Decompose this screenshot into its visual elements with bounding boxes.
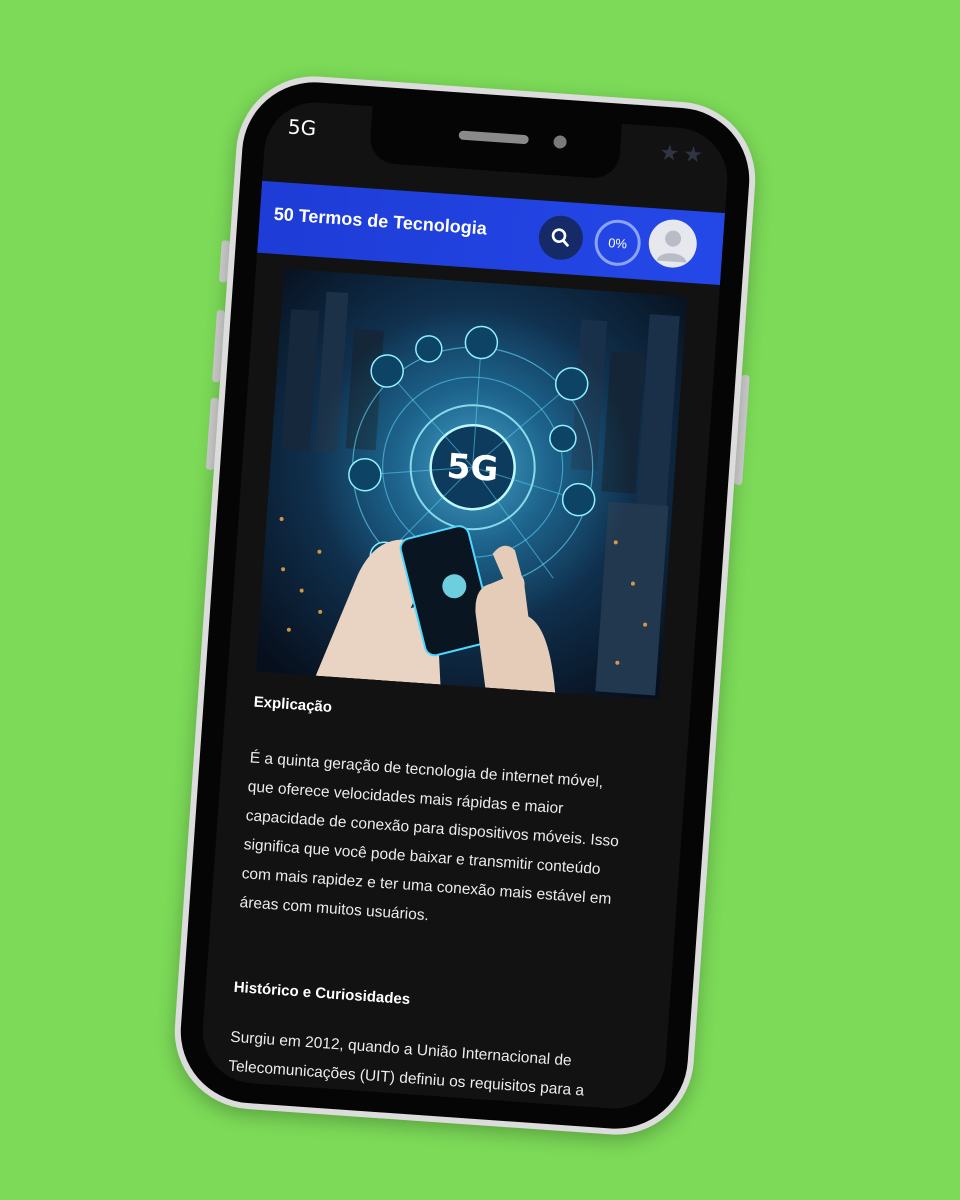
user-avatar-icon xyxy=(656,230,687,263)
section-body-explicacao: É a quinta geração de tecnologia de inte… xyxy=(239,749,620,925)
star-icon: ★★ xyxy=(658,140,708,169)
front-camera xyxy=(553,135,568,149)
hero-image: 5G xyxy=(255,268,688,700)
phone-screen: 5G ★★ 50 Termos de Tecnologia 0% 5G Expl… xyxy=(199,99,731,1112)
hero-5g-label: 5G xyxy=(445,446,499,490)
search-icon xyxy=(551,228,569,247)
phone-mockup: 5G ★★ 50 Termos de Tecnologia 0% 5G Expl… xyxy=(169,71,761,1140)
app-bar: 50 Termos de Tecnologia 0% xyxy=(257,180,726,286)
avatar[interactable] xyxy=(647,217,699,270)
section-title-explicacao: Explicação xyxy=(253,693,333,716)
speaker-grille xyxy=(458,130,529,145)
network-indicator: 5G xyxy=(287,114,317,141)
progress-indicator: 0% xyxy=(593,218,643,268)
app-title: 50 Termos de Tecnologia xyxy=(273,203,488,239)
section-title-historico: Histórico e Curiosidades xyxy=(233,978,411,1009)
search-button[interactable] xyxy=(537,214,585,262)
